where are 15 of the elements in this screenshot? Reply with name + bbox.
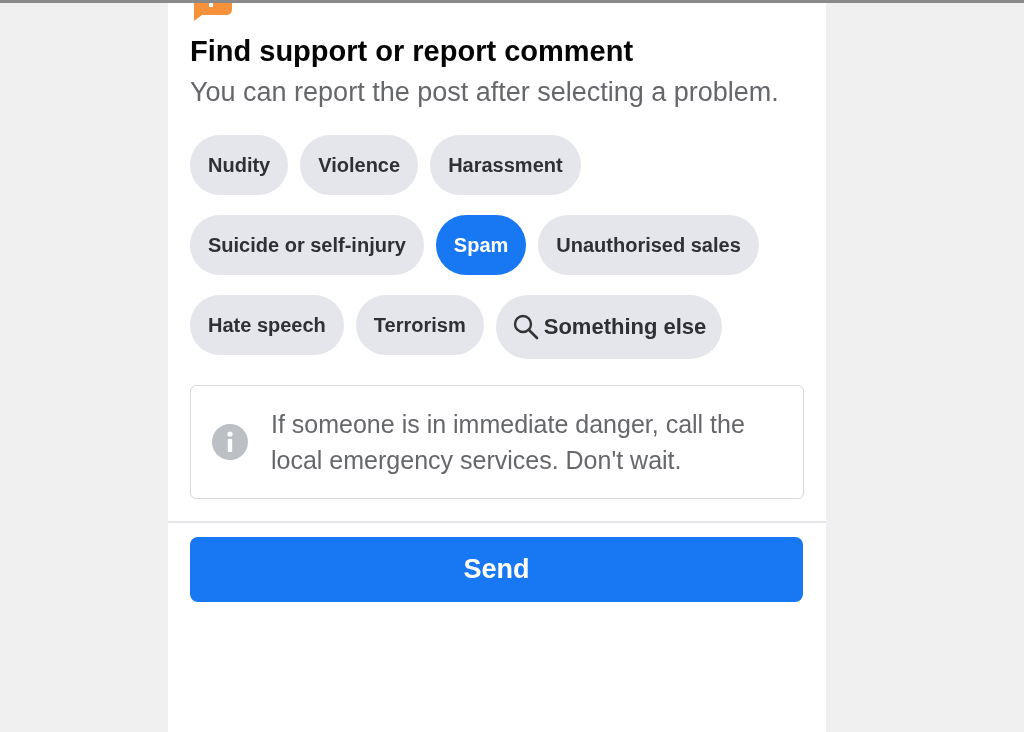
topic-chip[interactable]: Spam — [435, 215, 527, 275]
topic-chip[interactable]: Hate speech — [190, 295, 344, 355]
topic-chip[interactable]: Something else — [495, 295, 723, 359]
dialog-title: Find support or report comment — [190, 34, 635, 69]
topic-chip[interactable]: Harassment — [430, 135, 581, 195]
topic-chip[interactable]: Suicide or self-injury — [190, 215, 424, 275]
send-button[interactable]: Send — [190, 537, 803, 602]
topic-chip[interactable]: Violence — [300, 135, 419, 195]
notice-text: If someone is in immediate danger, call the local emergency services. Don't wait. — [271, 409, 746, 476]
search-icon — [511, 313, 540, 341]
topic-chip[interactable]: Nudity — [190, 135, 289, 195]
topic-chip[interactable]: Unauthorised sales — [538, 215, 759, 275]
dialog-subtitle: You can report the post after selecting a problem. — [190, 76, 780, 109]
topic-chip[interactable]: Terrorism — [355, 295, 484, 355]
info-icon — [211, 423, 249, 461]
